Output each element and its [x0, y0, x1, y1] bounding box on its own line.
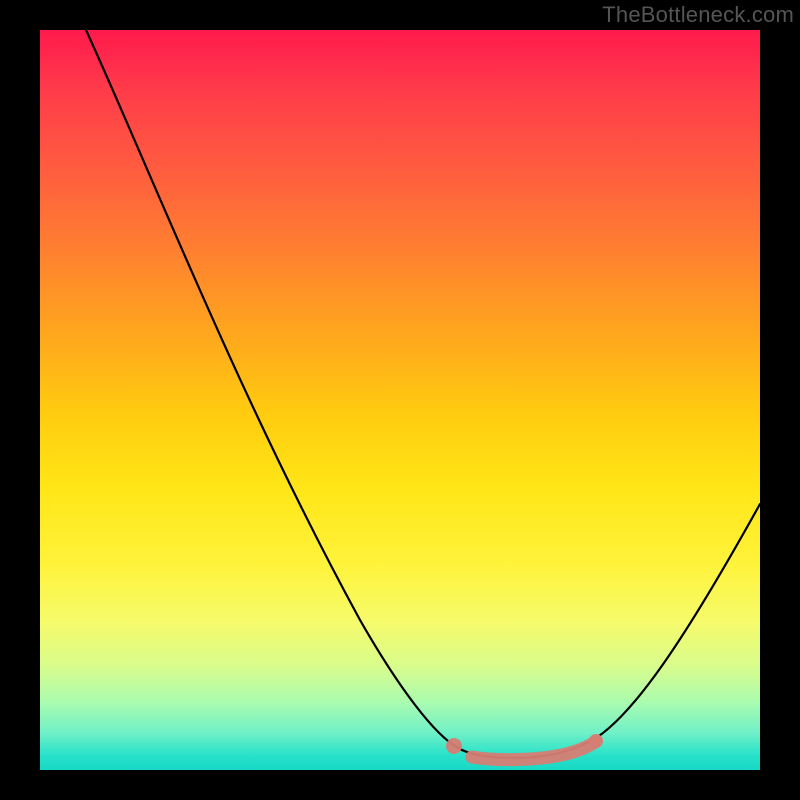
highlight-segment — [472, 741, 596, 760]
plot-area — [40, 30, 760, 770]
watermark-label: TheBottleneck.com — [602, 2, 794, 27]
highlight-dot-left — [446, 738, 462, 754]
chart-svg — [40, 30, 760, 770]
watermark-text: TheBottleneck.com — [602, 2, 794, 28]
curve-main — [86, 30, 760, 758]
chart-container: TheBottleneck.com — [0, 0, 800, 800]
highlight-dot-right — [589, 734, 603, 748]
